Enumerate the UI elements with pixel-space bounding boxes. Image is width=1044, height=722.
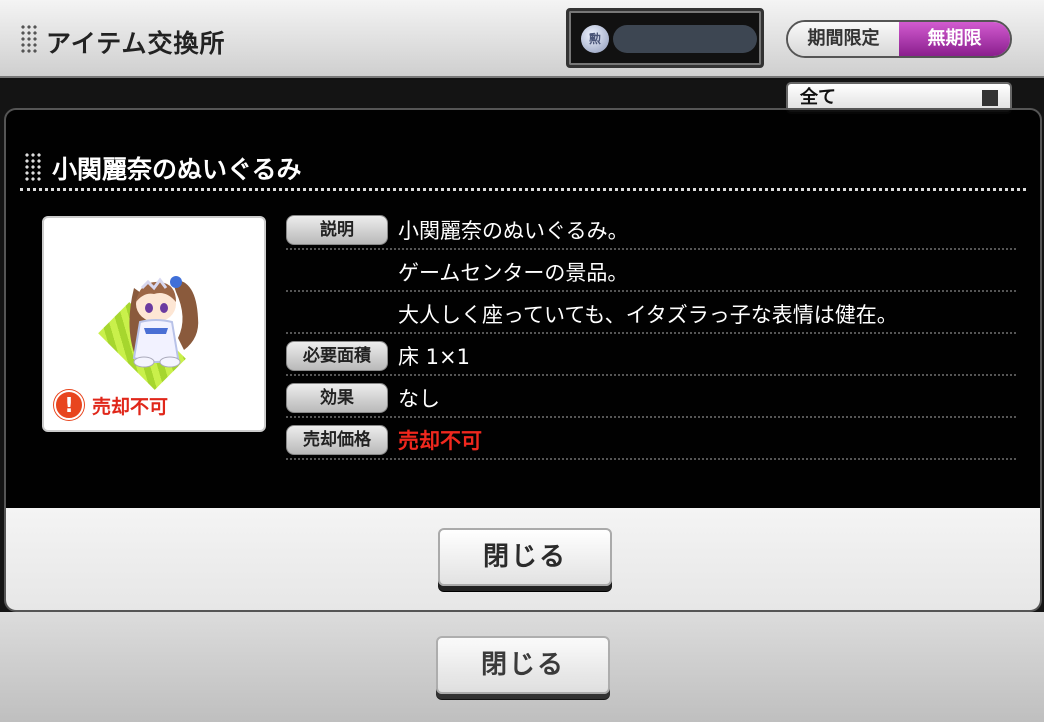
label-sale-price: 売却価格	[286, 425, 388, 455]
label-effect: 効果	[286, 383, 388, 413]
grip-dots-icon	[20, 24, 38, 54]
page-title: アイテム交換所	[46, 29, 226, 58]
modal-title: 小関麗奈のぬいぐるみ	[52, 155, 302, 184]
tab-unlimited[interactable]: 無期限	[899, 22, 1010, 56]
label-description: 説明	[286, 215, 388, 245]
info-row-sale-price: 売却価格 売却不可	[286, 418, 1016, 460]
modal-footer: 閉じる	[6, 508, 1040, 610]
info-row-description-2: ゲームセンターの景品。	[286, 250, 1016, 292]
info-row-description-3: 大人しく座っていても、イタズラっ子な表情は健在。	[286, 292, 1016, 334]
item-image-card: ! 売却不可	[42, 216, 266, 432]
value-description-line-3: 大人しく座っていても、イタズラっ子な表情は健在。	[398, 303, 898, 327]
medal-count-bar	[613, 25, 757, 53]
title-divider	[20, 188, 1026, 191]
no-sale-label: 売却不可	[92, 395, 169, 418]
medal-counter: 勲	[566, 8, 764, 68]
value-description-line-1: 小関麗奈のぬいぐるみ。	[398, 219, 629, 243]
label-required-area: 必要面積	[286, 341, 388, 371]
grip-dots-icon	[24, 152, 42, 182]
close-button-background[interactable]: 閉じる	[436, 636, 610, 694]
exchange-header: アイテム交換所 勲 期間限定 無期限	[0, 0, 1044, 78]
item-detail-modal: 小関麗奈のぬいぐるみ ! 売却不可 説明 小関麗奈のぬいぐるみ。 ゲームセンター…	[4, 108, 1042, 612]
info-row-description: 説明 小関麗奈のぬいぐるみ。	[286, 208, 1016, 250]
value-sale-price: 売却不可	[398, 429, 482, 453]
filter-selected-label: 全て	[800, 87, 836, 108]
warning-icon: !	[54, 390, 84, 420]
value-required-area: 床 1×1	[398, 345, 470, 369]
no-sale-notice: ! 売却不可	[54, 390, 168, 420]
info-row-area: 必要面積 床 1×1	[286, 334, 1016, 376]
tab-limited[interactable]: 期間限定	[788, 22, 899, 56]
close-button[interactable]: 閉じる	[438, 528, 612, 586]
period-toggle[interactable]: 期間限定 無期限	[786, 20, 1012, 58]
doll-icon	[129, 276, 199, 368]
info-row-effect: 効果 なし	[286, 376, 1016, 418]
dropdown-icon	[982, 90, 998, 106]
value-effect: なし	[398, 387, 440, 411]
medal-coin-icon: 勲	[581, 25, 609, 53]
item-info-list: 説明 小関麗奈のぬいぐるみ。 ゲームセンターの景品。 大人しく座っていても、イタ…	[286, 208, 1016, 460]
value-description-line-2: ゲームセンターの景品。	[398, 261, 629, 285]
